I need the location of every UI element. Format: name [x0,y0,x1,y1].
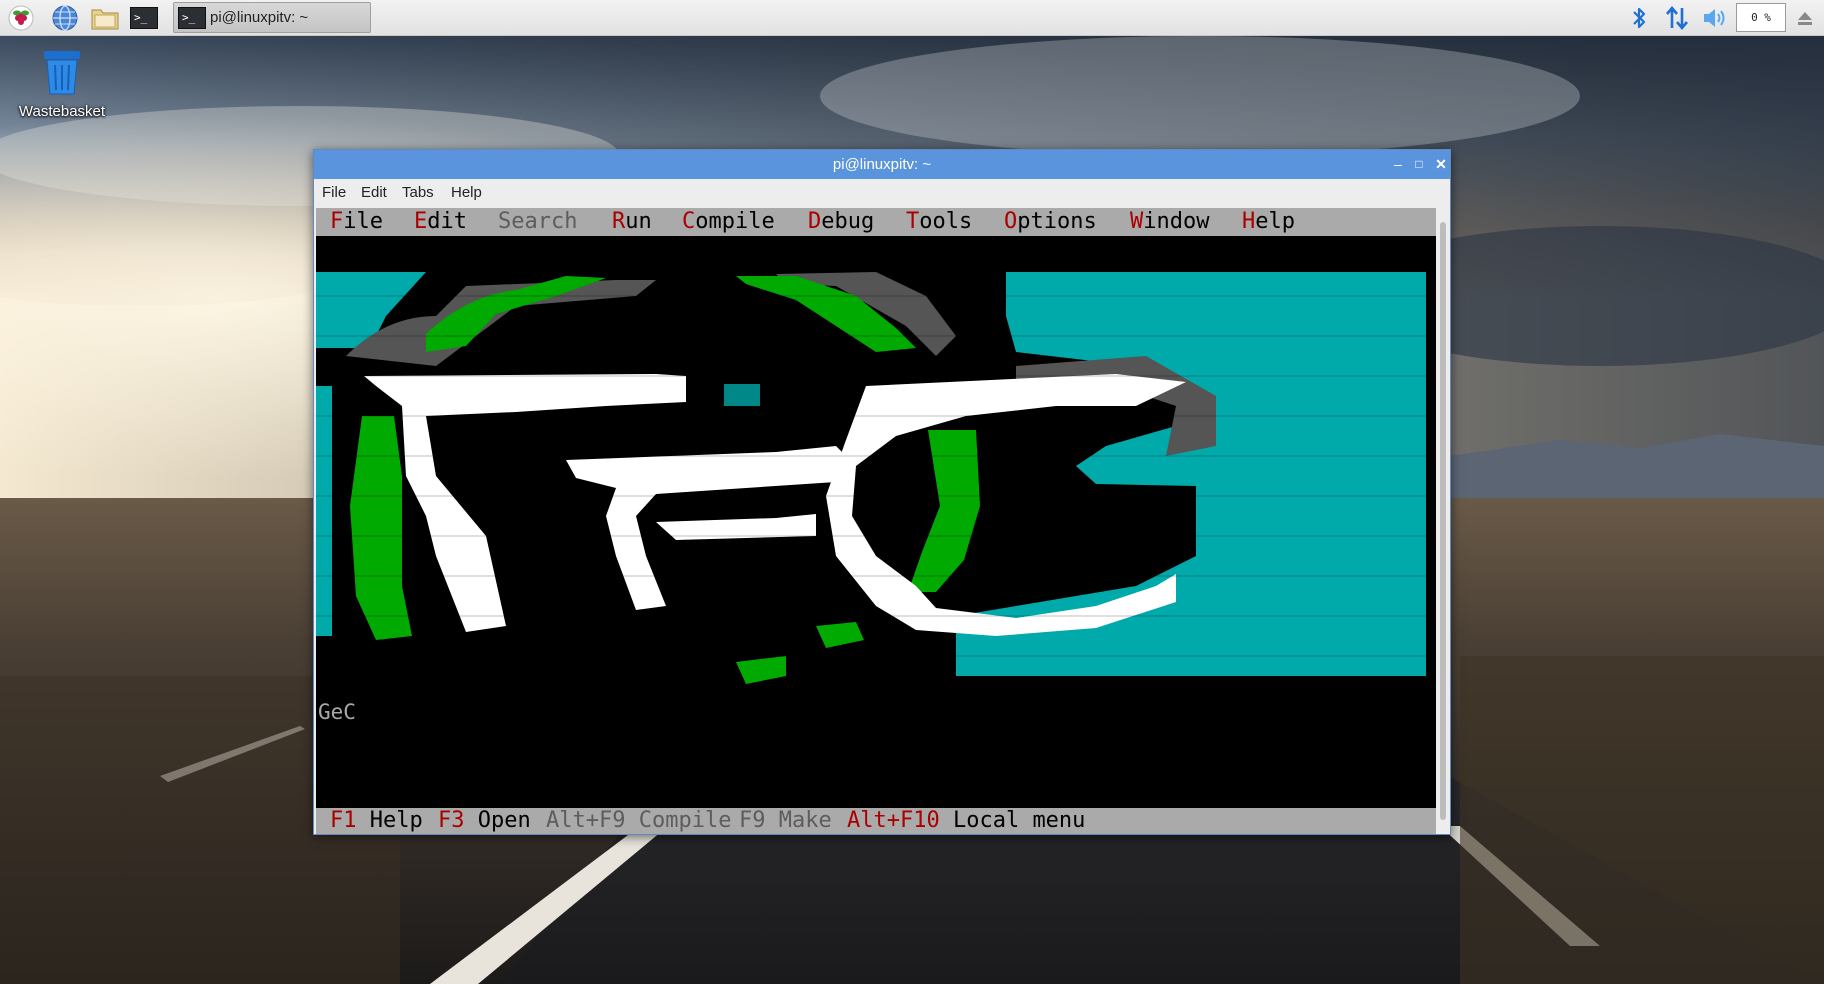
terminal-icon[interactable]: >_ [128,3,160,33]
menu-help[interactable]: Help [451,184,482,201]
window-menubar: File Edit Tabs Help [314,179,1450,206]
scrollbar-thumb[interactable] [1440,222,1446,820]
ide-menu-options[interactable]: Options [1004,208,1097,236]
ide-menubar: File Edit Search Run Compile Debug Tools… [316,208,1436,236]
status-f3-open[interactable]: F3 Open [438,808,531,834]
terminal-window: pi@linuxpitv: ~ – □ ✕ File Edit Tabs Hel… [313,149,1451,835]
status-alt-f9-compile[interactable]: Alt+F9 Compile [546,808,731,834]
maximize-icon[interactable]: □ [1408,153,1430,175]
logo-caption: GeC [318,700,356,724]
bluetooth-icon[interactable] [1624,3,1654,33]
taskbar-task-terminal[interactable]: >_ pi@linuxpitv: ~ [173,2,371,33]
terminal-screen[interactable]: File Edit Search Run Compile Debug Tools… [316,208,1436,834]
ide-menu-debug[interactable]: Debug [808,208,874,236]
taskbar-task-label: pi@linuxpitv: ~ [210,9,309,26]
ide-logo-art [316,272,1436,684]
ide-status-line: F1 Help F3 Open Alt+F9 Compile F9 Make A… [316,808,1436,834]
taskbar: >_ >_ pi@linuxpitv: ~ 0 % [0,0,1824,36]
ide-menu-compile[interactable]: Compile [682,208,775,236]
menu-file[interactable]: File [322,184,346,201]
ide-menu-window[interactable]: Window [1130,208,1209,236]
raspberry-menu-icon[interactable] [6,3,36,33]
ide-menu-search[interactable]: Search [498,208,577,236]
ide-menu-edit[interactable]: Edit [414,208,467,236]
terminal-icon: >_ [178,6,206,29]
trash-icon [44,51,80,95]
menu-edit[interactable]: Edit [361,184,387,201]
menu-tabs[interactable]: Tabs [402,184,434,201]
status-f9-make[interactable]: F9 Make [739,808,832,834]
status-f1-help[interactable]: F1 Help [330,808,423,834]
minimize-icon[interactable]: – [1387,153,1409,175]
cpu-usage-monitor[interactable]: 0 % [1736,3,1786,32]
ide-menu-run[interactable]: Run [612,208,652,236]
ide-menu-tools[interactable]: Tools [906,208,972,236]
web-browser-icon[interactable] [50,3,80,33]
window-title: pi@linuxpitv: ~ [832,156,932,173]
volume-icon[interactable] [1700,3,1730,33]
ide-menu-help[interactable]: Help [1242,208,1295,236]
status-alt-f10-local-menu[interactable]: Alt+F10 Local menu [847,808,1085,834]
wastebasket-desktop-icon[interactable]: Wastebasket [12,48,112,120]
window-titlebar[interactable]: pi@linuxpitv: ~ – □ ✕ [314,150,1450,179]
terminal-scrollbar[interactable] [1438,208,1448,834]
ide-menu-file[interactable]: File [330,208,383,236]
close-icon[interactable]: ✕ [1430,153,1452,175]
eject-icon[interactable] [1790,3,1820,33]
network-icon[interactable] [1662,3,1692,33]
wastebasket-label: Wastebasket [18,103,106,120]
file-manager-icon[interactable] [90,3,120,33]
